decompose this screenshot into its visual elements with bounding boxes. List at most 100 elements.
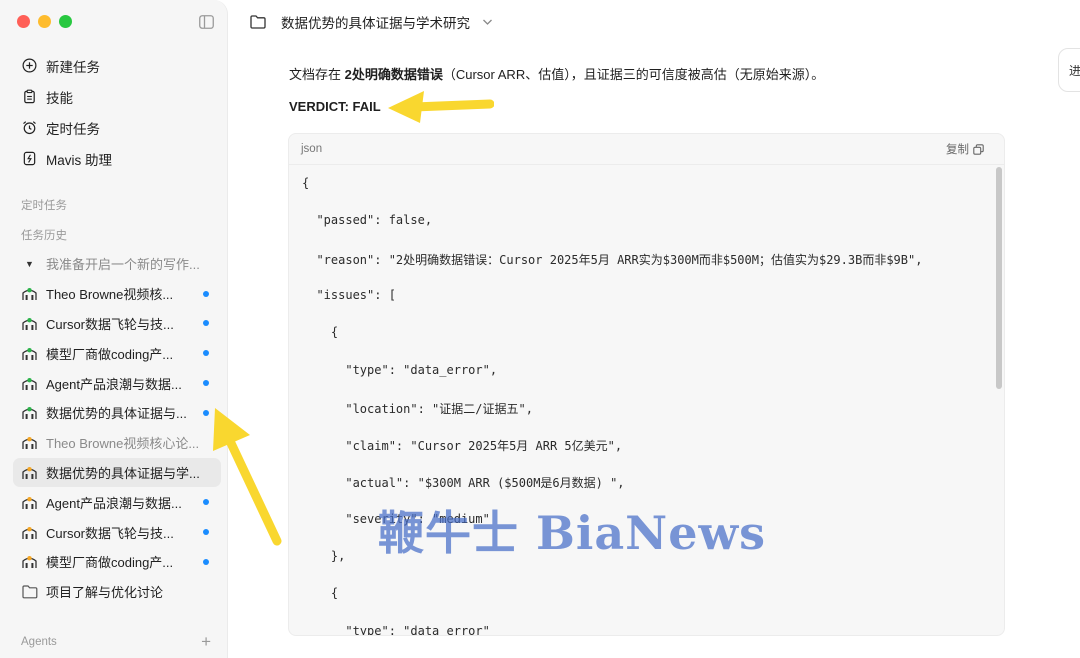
side-panel-tab[interactable]: 进	[1058, 48, 1080, 92]
task-history-item[interactable]: Agent产品浪潮与数据...	[13, 368, 221, 398]
unread-dot	[203, 558, 209, 565]
task-history-item[interactable]: Agent产品浪潮与数据...	[13, 487, 221, 517]
robot-avatar-icon	[22, 556, 37, 569]
code-line: {	[302, 586, 339, 601]
sidebar-toggle-icon[interactable]	[199, 15, 214, 29]
task-history-label: Agent产品浪潮与数据...	[46, 495, 182, 511]
clipboard-icon	[24, 89, 35, 104]
result-summary: 文档存在 2处明确数据错误（Cursor ARR、估值），且证据三的可信度被高估…	[289, 64, 824, 83]
chevron-down-icon[interactable]	[482, 18, 493, 26]
robot-avatar-icon	[22, 466, 37, 479]
code-line: {	[302, 325, 339, 340]
task-history-item[interactable]: 数据优势的具体证据与学...	[13, 457, 221, 488]
robot-avatar-icon	[22, 317, 37, 330]
code-line: {	[302, 176, 310, 190]
unread-dot	[203, 499, 209, 506]
agents-label: Agents	[21, 635, 57, 648]
verdict-annotation-arrow-icon	[388, 91, 494, 123]
folder-icon	[22, 585, 38, 599]
copy-label: 复制	[946, 144, 969, 156]
robot-avatar-icon	[22, 437, 37, 450]
task-history-list: ▼ 我准备开启一个新的写作... Theo Browne视频核... Cursor数据…	[13, 249, 221, 607]
task-history-label: 数据优势的具体证据与学...	[46, 465, 200, 481]
task-history-item[interactable]: 数据优势的具体证据与...	[13, 398, 221, 428]
scrollbar-thumb[interactable]	[996, 167, 1002, 389]
code-line: "issues": [	[302, 287, 396, 302]
task-history-label: 我准备开启一个新的写作...	[46, 257, 200, 273]
code-scrollbar[interactable]	[990, 165, 1004, 635]
task-history-label: Cursor数据飞轮与技...	[46, 525, 174, 541]
copy-code-button[interactable]: 复制	[946, 141, 984, 157]
robot-avatar-icon	[22, 347, 37, 360]
task-history-item[interactable]: Cursor数据飞轮与技...	[13, 309, 221, 339]
task-history-item[interactable]: 模型厂商做coding产...	[13, 338, 221, 368]
task-history-label: 模型厂商做coding产...	[46, 555, 174, 571]
code-language-label: json	[301, 143, 323, 155]
agents-section: Agents +	[21, 633, 211, 650]
code-line: "actual": "$300M ARR ($500M是6月数据) ",	[302, 476, 625, 491]
code-line: "location": "证据二/证据五",	[302, 401, 533, 416]
alarm-clock-icon	[23, 121, 36, 135]
task-history-item[interactable]: 模型厂商做coding产...	[13, 547, 221, 577]
code-line: "type": "data_error",	[302, 362, 498, 377]
scheduled-tasks-label: 定时任务	[46, 121, 100, 137]
scheduled-tasks-button[interactable]: 定时任务	[14, 112, 220, 143]
task-history-label: Agent产品浪潮与数据...	[46, 376, 182, 392]
task-history-item[interactable]: ▼ 我准备开启一个新的写作...	[13, 249, 221, 279]
task-history-item[interactable]: Theo Browne视频核心论...	[13, 428, 221, 458]
verdict-text: VERDICT: FAIL	[289, 99, 381, 114]
robot-avatar-icon	[22, 377, 37, 390]
code-content: { "passed": false, "reason": "2处明确数据错误：C…	[289, 165, 990, 635]
skills-button[interactable]: 技能	[14, 81, 220, 112]
task-history-item[interactable]: Cursor数据飞轮与技...	[13, 517, 221, 547]
unread-dot	[203, 380, 209, 387]
new-task-label: 新建任务	[46, 59, 100, 75]
caret-down-icon[interactable]: ▼	[21, 259, 38, 269]
robot-avatar-icon	[22, 526, 37, 539]
scheduled-section-label: 定时任务	[21, 200, 67, 212]
code-line: "claim": "Cursor 2025年5月 ARR 5亿美元",	[302, 439, 623, 454]
page-title: 数据优势的具体证据与学术研究	[281, 16, 470, 31]
unread-dot	[203, 529, 209, 536]
code-line: "type": "data_error"	[302, 623, 490, 635]
mavis-assistant-button[interactable]: Mavis 助理	[14, 143, 220, 174]
history-section-label: 任务历史	[21, 230, 67, 242]
sidebar-annotation-arrow-icon	[213, 408, 282, 546]
code-line: "passed": false,	[302, 213, 433, 228]
window-controls	[17, 15, 72, 28]
code-line: "reason": "2处明确数据错误：Cursor 2025年5月 ARR实为…	[302, 252, 923, 267]
code-block-header: json 复制	[289, 134, 1004, 165]
assistant-icon	[23, 151, 36, 166]
task-history-label: Theo Browne视频核...	[46, 287, 174, 303]
side-panel-tab-label: 进	[1069, 63, 1080, 78]
zoom-window-button[interactable]	[59, 15, 72, 28]
minimize-window-button[interactable]	[38, 15, 51, 28]
skills-label: 技能	[46, 90, 73, 106]
robot-avatar-icon	[22, 407, 37, 420]
robot-avatar-icon	[22, 288, 37, 301]
task-history-label: Theo Browne视频核心论...	[46, 436, 200, 452]
task-history-item[interactable]: 项目了解与优化讨论	[13, 577, 221, 607]
robot-avatar-icon	[22, 496, 37, 509]
watermark-text: 鞭牛士 BiaNews	[378, 506, 766, 560]
main-header: 数据优势的具体证据与学术研究	[250, 10, 493, 34]
code-line: },	[302, 549, 346, 563]
summary-emphasis: 2处明确数据错误	[344, 67, 443, 82]
summary-suffix: （Cursor ARR、估值），且证据三的可信度被高估（无原始来源）。	[442, 67, 825, 82]
mavis-assistant-label: Mavis 助理	[46, 152, 113, 168]
task-history-label: 项目了解与优化讨论	[46, 585, 164, 601]
plus-circle-icon	[22, 58, 37, 73]
sidebar-menu: 新建任务 技能 定时任务 Mavis 助理	[14, 50, 220, 174]
close-window-button[interactable]	[17, 15, 30, 28]
task-history-label: 模型厂商做coding产...	[46, 346, 174, 362]
unread-dot	[203, 350, 209, 357]
task-history-label: Cursor数据飞轮与技...	[46, 316, 174, 332]
task-history-label: 数据优势的具体证据与...	[46, 406, 187, 422]
folder-icon	[250, 15, 266, 29]
unread-dot	[203, 290, 209, 297]
copy-icon	[973, 143, 984, 155]
task-history-item[interactable]: Theo Browne视频核...	[13, 279, 221, 309]
new-task-button[interactable]: 新建任务	[14, 50, 220, 81]
add-agent-icon[interactable]: +	[201, 633, 211, 650]
summary-prefix: 文档存在	[289, 67, 345, 82]
